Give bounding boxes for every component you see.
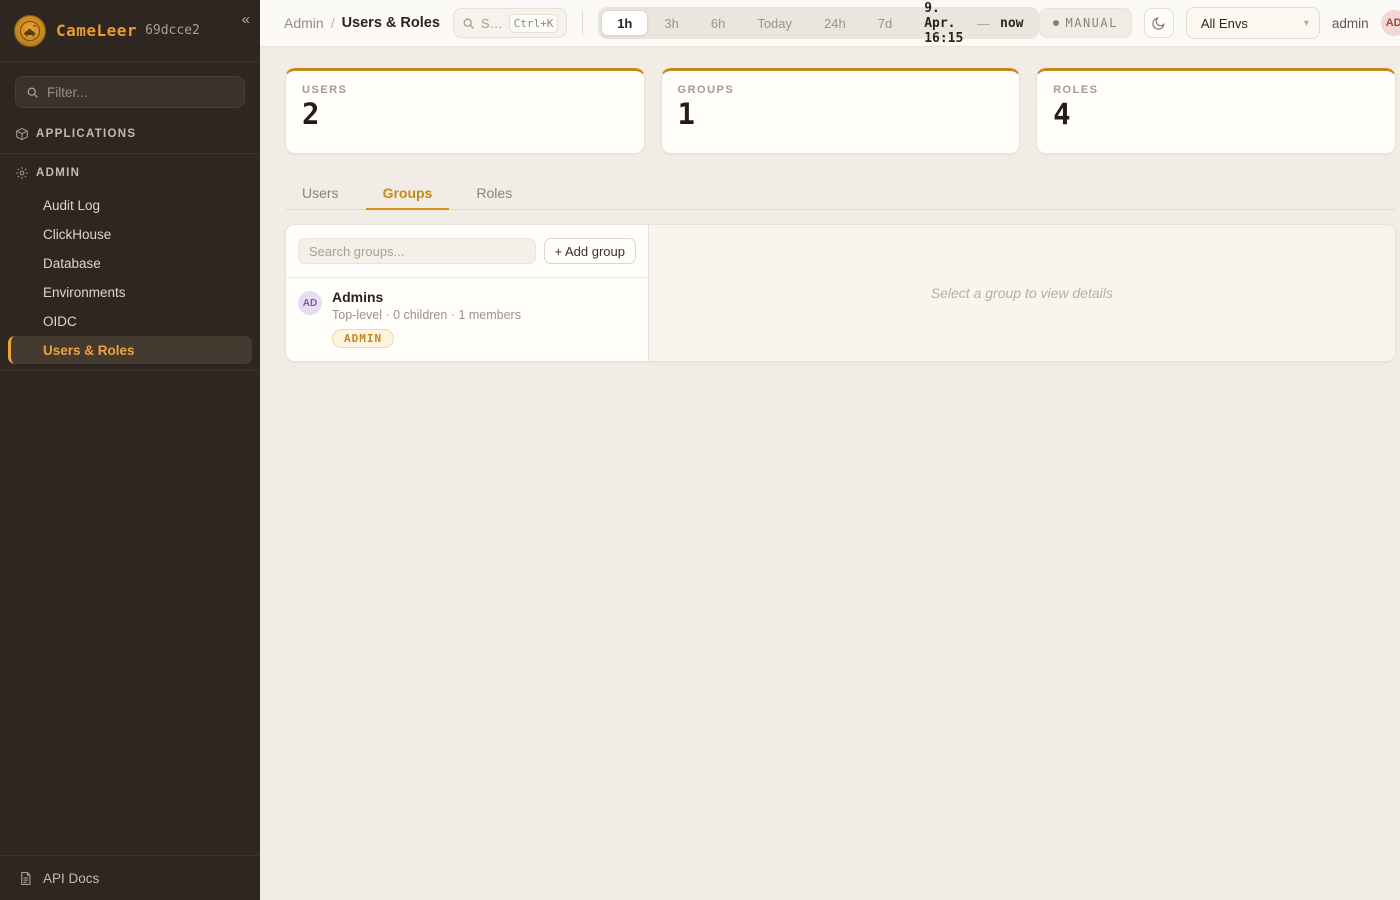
search-shortcut-kbd: Ctrl+K bbox=[509, 14, 559, 33]
tab-groups[interactable]: Groups bbox=[366, 178, 450, 210]
admin-header-label: ADMIN bbox=[36, 167, 80, 179]
divider bbox=[0, 153, 260, 154]
env-selected-value: All Envs bbox=[1201, 16, 1248, 31]
sidebar-filter[interactable] bbox=[15, 76, 245, 108]
breadcrumb-admin[interactable]: Admin bbox=[284, 15, 324, 31]
user-name: admin bbox=[1332, 16, 1369, 31]
groups-panel: + Add group AD Admins Top-level · 0 chil… bbox=[285, 224, 1396, 362]
cameleer-logo-icon bbox=[14, 15, 46, 47]
time-range-group: 1h 3h 6h Today 24h 7d 9. Apr. 16:15 — no… bbox=[598, 7, 1038, 39]
empty-detail-message: Select a group to view details bbox=[931, 285, 1113, 301]
divider bbox=[0, 370, 260, 371]
stat-value: 1 bbox=[678, 99, 1004, 131]
group-search-input[interactable] bbox=[298, 238, 536, 264]
package-icon bbox=[15, 127, 29, 141]
group-list-item-admins[interactable]: AD Admins Top-level · 0 children · 1 mem… bbox=[286, 278, 648, 359]
breadcrumb: Admin / Users & Roles bbox=[284, 15, 440, 31]
groups-toolbar: + Add group bbox=[286, 225, 648, 278]
stat-label: USERS bbox=[302, 84, 628, 96]
main-content: USERS 2 GROUPS 1 ROLES 4 Users Groups Ro… bbox=[260, 47, 1400, 900]
group-avatar: AD bbox=[298, 291, 322, 315]
breadcrumb-separator: / bbox=[331, 15, 335, 31]
sidebar-section-admin[interactable]: ADMIN bbox=[0, 157, 260, 189]
app-title: CameLeer bbox=[56, 21, 137, 40]
stat-card-users: USERS 2 bbox=[285, 68, 645, 154]
stat-label: GROUPS bbox=[678, 84, 1004, 96]
env-select[interactable]: All Envs ▾ bbox=[1186, 7, 1320, 39]
refresh-mode-button[interactable]: MANUAL bbox=[1039, 8, 1132, 38]
stat-value: 4 bbox=[1053, 99, 1379, 131]
api-docs-label: API Docs bbox=[43, 871, 99, 886]
topbar: Admin / Users & Roles S… Ctrl+K 1h 3h 6h… bbox=[260, 0, 1400, 47]
time-range-to[interactable]: now bbox=[990, 16, 1035, 31]
stat-card-roles: ROLES 4 bbox=[1036, 68, 1396, 154]
moon-icon bbox=[1151, 16, 1166, 31]
search-icon bbox=[26, 86, 39, 99]
tab-users[interactable]: Users bbox=[285, 178, 356, 210]
breadcrumb-current: Users & Roles bbox=[342, 15, 440, 31]
sidebar-item-users-roles[interactable]: Users & Roles bbox=[8, 336, 252, 364]
time-range-today[interactable]: Today bbox=[741, 10, 808, 36]
global-search-button[interactable]: S… Ctrl+K bbox=[453, 8, 567, 38]
search-icon bbox=[462, 17, 475, 30]
time-range-24h[interactable]: 24h bbox=[808, 10, 862, 36]
search-placeholder: S… bbox=[481, 16, 503, 31]
time-range-6h[interactable]: 6h bbox=[695, 10, 741, 36]
sidebar-section-applications[interactable]: APPLICATIONS bbox=[0, 118, 260, 150]
groups-list-pane: + Add group AD Admins Top-level · 0 chil… bbox=[286, 225, 649, 361]
admin-nav: Audit Log ClickHouse Database Environmen… bbox=[0, 189, 260, 367]
group-name: Admins bbox=[332, 289, 521, 305]
app-version: 69dcce2 bbox=[145, 23, 200, 38]
divider bbox=[582, 11, 583, 35]
stat-card-groups: GROUPS 1 bbox=[661, 68, 1021, 154]
sidebar-item-audit-log[interactable]: Audit Log bbox=[8, 191, 252, 219]
group-detail-pane: Select a group to view details bbox=[649, 225, 1395, 361]
tabs: Users Groups Roles bbox=[285, 178, 1396, 210]
api-docs-link[interactable]: API Docs bbox=[0, 855, 260, 900]
applications-header-label: APPLICATIONS bbox=[36, 128, 136, 140]
sidebar-item-clickhouse[interactable]: ClickHouse bbox=[8, 220, 252, 248]
time-range-from[interactable]: 9. Apr. 16:15 bbox=[908, 1, 977, 46]
sidebar-item-environments[interactable]: Environments bbox=[8, 278, 252, 306]
refresh-mode-label: MANUAL bbox=[1066, 16, 1118, 30]
time-range-3h[interactable]: 3h bbox=[648, 10, 694, 36]
status-dot-icon bbox=[1053, 20, 1059, 26]
time-range-separator: — bbox=[977, 16, 990, 31]
user-avatar[interactable]: AD bbox=[1381, 10, 1400, 36]
tab-roles[interactable]: Roles bbox=[459, 178, 529, 210]
group-meta: Top-level · 0 children · 1 members bbox=[332, 308, 521, 322]
sidebar: CameLeer 69dcce2 « APPLICATIONS bbox=[0, 0, 260, 900]
stat-label: ROLES bbox=[1053, 84, 1379, 96]
sidebar-header: CameLeer 69dcce2 « bbox=[0, 0, 260, 62]
stat-value: 2 bbox=[302, 99, 628, 131]
stats-row: USERS 2 GROUPS 1 ROLES 4 bbox=[285, 68, 1396, 154]
gear-icon bbox=[15, 166, 29, 180]
theme-toggle-button[interactable] bbox=[1144, 8, 1174, 38]
add-group-button[interactable]: + Add group bbox=[544, 238, 636, 264]
document-icon bbox=[18, 871, 33, 886]
sidebar-collapse-icon[interactable]: « bbox=[242, 12, 250, 27]
group-role-badge: ADMIN bbox=[332, 329, 394, 348]
sidebar-item-database[interactable]: Database bbox=[8, 249, 252, 277]
time-range-7d[interactable]: 7d bbox=[862, 10, 908, 36]
sidebar-filter-input[interactable] bbox=[47, 85, 234, 100]
chevron-down-icon: ▾ bbox=[1304, 18, 1309, 29]
sidebar-item-oidc[interactable]: OIDC bbox=[8, 307, 252, 335]
time-range-1h[interactable]: 1h bbox=[601, 10, 648, 36]
